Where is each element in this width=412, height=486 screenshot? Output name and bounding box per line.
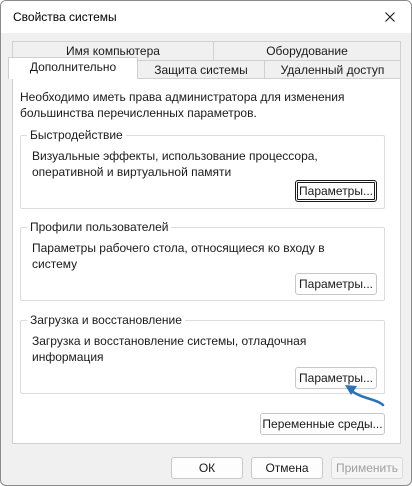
system-properties-window: Свойства системы Имя компьютера Оборудов…	[0, 0, 412, 486]
close-button[interactable]	[375, 4, 405, 30]
startup-recovery-legend: Загрузка и восстановление	[27, 313, 185, 327]
tab-label: Имя компьютера	[66, 44, 160, 58]
arrow-icon	[345, 385, 385, 407]
performance-settings-button[interactable]: Параметры...	[295, 180, 377, 202]
ok-button[interactable]: ОК	[171, 457, 243, 479]
cancel-button[interactable]: Отмена	[251, 457, 323, 479]
tab-advanced[interactable]: Дополнительно	[8, 57, 138, 79]
tab-hardware[interactable]: Оборудование	[213, 41, 401, 61]
tab-label: Оборудование	[266, 44, 348, 58]
user-profiles-description: Параметры рабочего стола, относящиеся ко…	[32, 241, 325, 271]
user-profiles-legend: Профили пользователей	[27, 220, 172, 234]
startup-recovery-description: Загрузка и восстановление системы, отлад…	[32, 334, 307, 364]
tab-system-protection[interactable]: Защита системы	[137, 60, 265, 80]
performance-legend: Быстродействие	[27, 128, 126, 142]
window-title: Свойства системы	[13, 10, 117, 24]
performance-description: Визуальные эффекты, использование процес…	[32, 149, 318, 179]
title-bar: Свойства системы	[1, 1, 411, 33]
user-profiles-settings-button[interactable]: Параметры...	[295, 273, 377, 295]
tab-label: Удаленный доступ	[280, 63, 385, 77]
admin-notice: Необходимо иметь права администратора дл…	[20, 90, 345, 120]
close-icon	[385, 12, 395, 22]
apply-button[interactable]: Применить	[331, 457, 403, 479]
tab-label: Защита системы	[154, 63, 248, 77]
tab-label: Дополнительно	[29, 60, 117, 74]
environment-variables-button[interactable]: Переменные среды...	[260, 413, 385, 435]
tab-remote-access[interactable]: Удаленный доступ	[264, 60, 401, 80]
